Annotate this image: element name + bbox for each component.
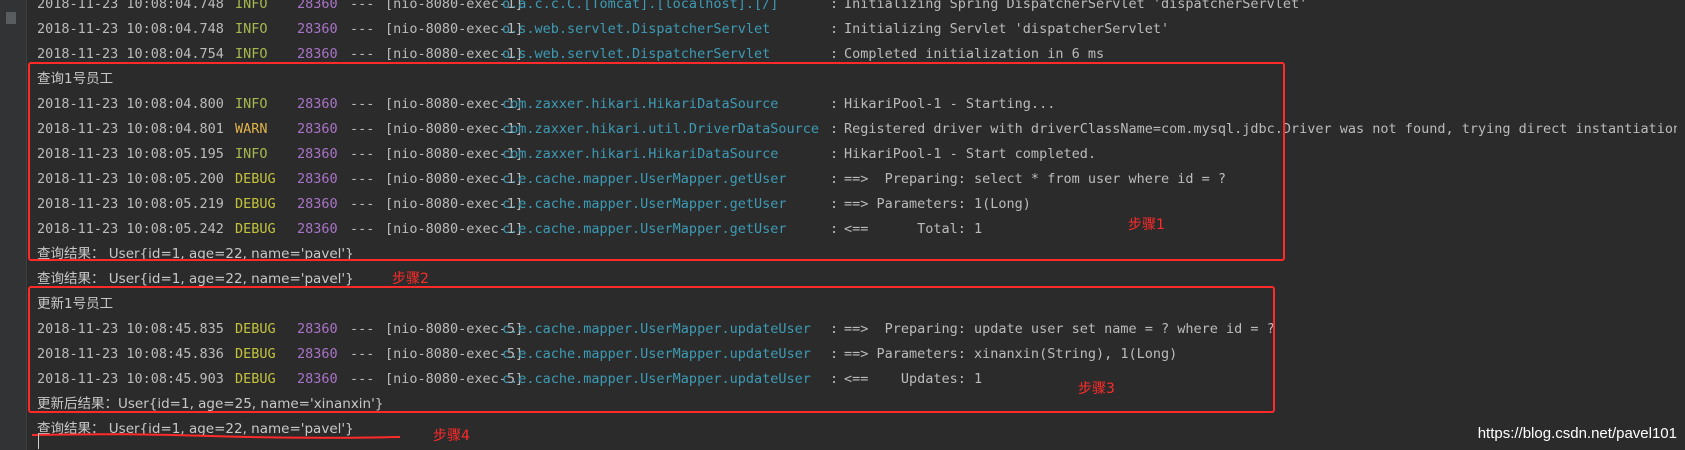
console-output-panel[interactable]: 2018-11-23 10:08:04.748 INFO 28360 --- [nio-… — [0, 0, 1685, 450]
log-logger: o.a.c.c.C.[Tomcat].[localhost].[/] — [502, 0, 779, 12]
step4-underline — [31, 433, 401, 439]
log-colon: : — [830, 46, 839, 62]
log-pid: 28360 — [297, 21, 338, 37]
output-text: 查询结果： User{id=1, age=22, name='pavel'} — [37, 271, 354, 287]
step4-label: 步骤4 — [433, 428, 470, 444]
step3-label: 步骤3 — [1078, 381, 1115, 397]
log-message: Initializing Spring DispatcherServlet 'd… — [844, 0, 1308, 12]
text-cursor — [38, 433, 39, 449]
log-pid: 28360 — [297, 46, 338, 62]
step1-highlight-box — [28, 62, 1285, 261]
log-separator: --- — [350, 0, 375, 12]
log-message: Completed initialization in 6 ms — [844, 46, 1105, 62]
log-logger: o.s.web.servlet.DispatcherServlet — [502, 21, 771, 37]
log-level: INFO — [235, 46, 268, 62]
console-gutter — [0, 0, 27, 450]
log-separator: --- — [350, 46, 375, 62]
log-logger: o.s.web.servlet.DispatcherServlet — [502, 46, 771, 62]
step2-label: 步骤2 — [392, 271, 429, 287]
watermark-url: https://blog.csdn.net/pavel101 — [1477, 425, 1677, 442]
gutter-marker-icon — [6, 12, 16, 24]
log-colon: : — [830, 21, 839, 37]
log-level: INFO — [235, 21, 268, 37]
log-pid: 28360 — [297, 0, 338, 12]
log-timestamp: 2018-11-23 10:08:04.748 — [37, 0, 224, 12]
log-level: INFO — [235, 0, 268, 12]
log-timestamp: 2018-11-23 10:08:04.754 — [37, 46, 224, 62]
log-separator: --- — [350, 21, 375, 37]
log-timestamp: 2018-11-23 10:08:04.748 — [37, 21, 224, 37]
log-colon: : — [830, 0, 839, 12]
step1-label: 步骤1 — [1128, 217, 1165, 233]
log-message: Initializing Servlet 'dispatcherServlet' — [844, 21, 1170, 37]
